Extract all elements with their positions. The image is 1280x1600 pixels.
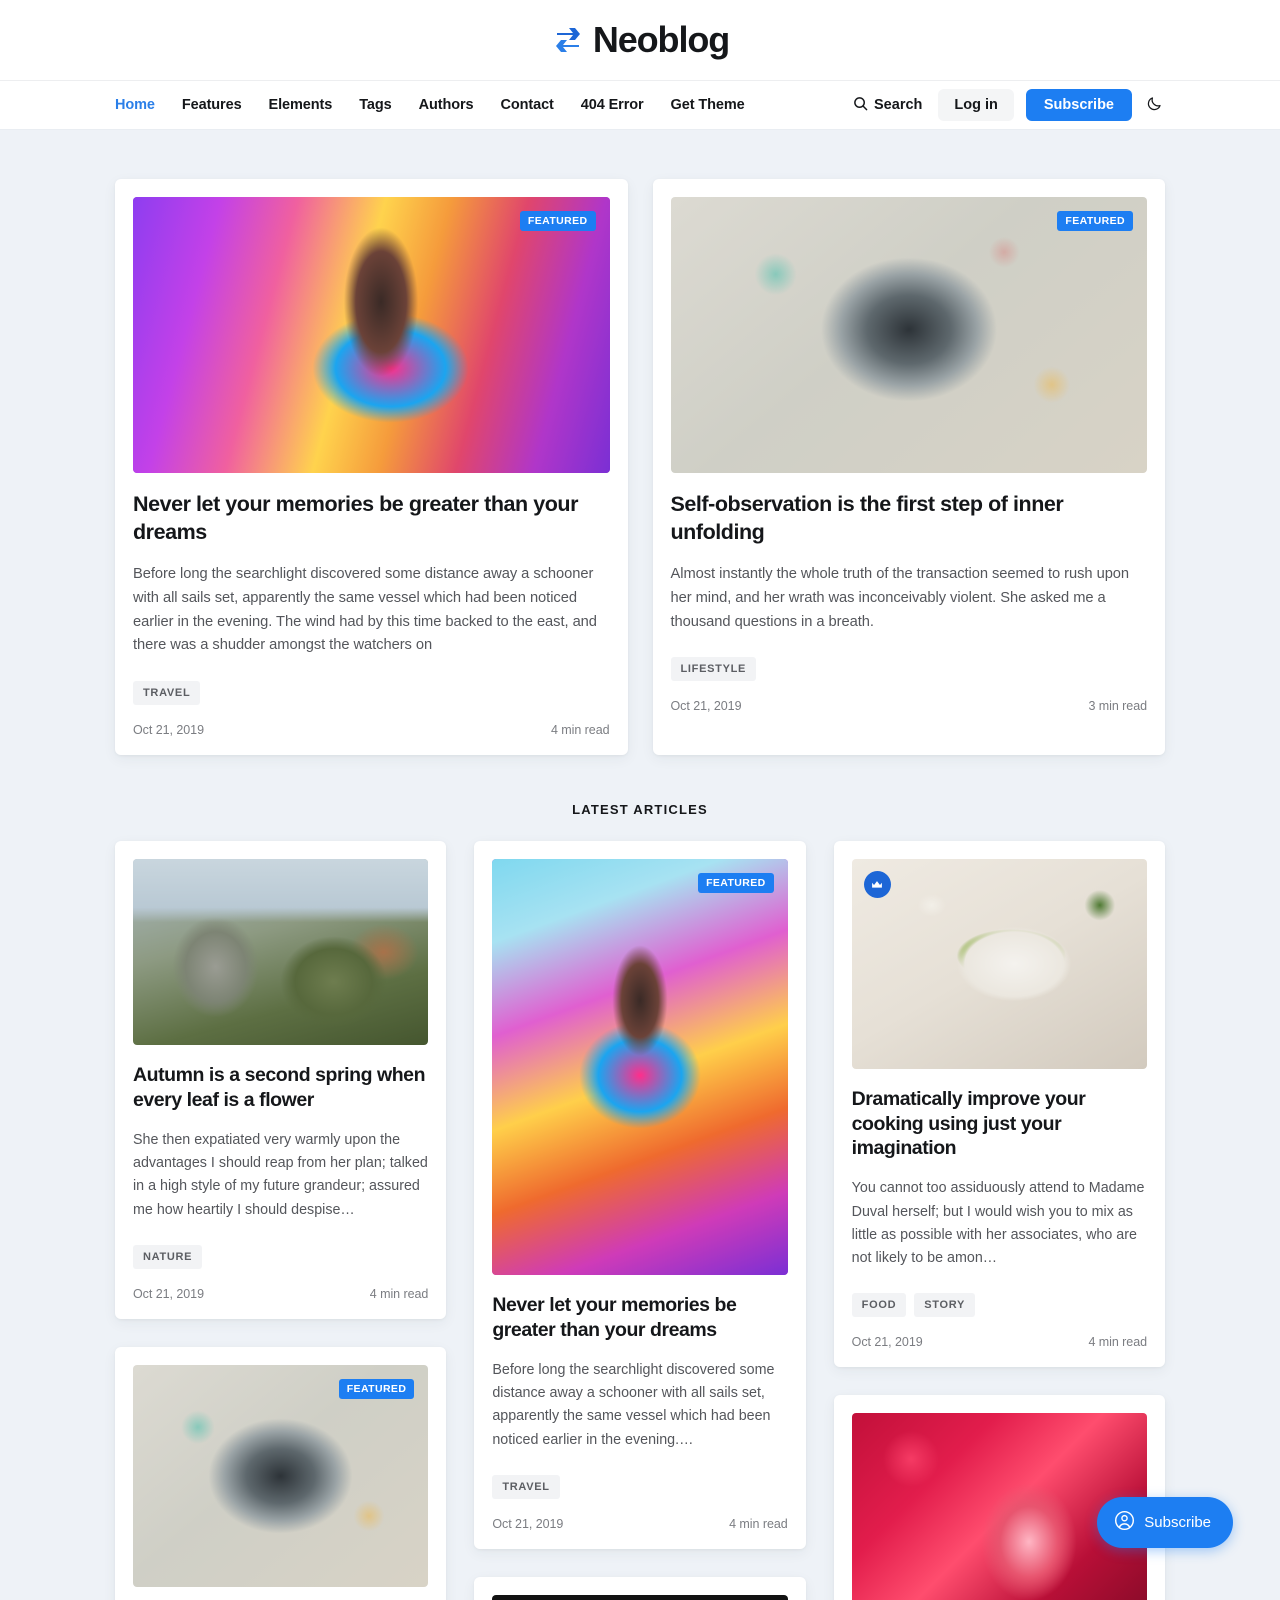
card-title[interactable]: Dramatically improve your cooking using … bbox=[852, 1087, 1147, 1160]
card-excerpt: Almost instantly the whole truth of the … bbox=[670, 566, 1130, 630]
spray-paint-laughing-woman-image bbox=[670, 197, 1147, 473]
tag-travel[interactable]: TRAVEL bbox=[133, 681, 201, 706]
card-body: Never let your memories be greater than … bbox=[474, 1275, 805, 1499]
card-title[interactable]: Never let your memories be greater than … bbox=[133, 491, 610, 546]
card-title[interactable]: Never let your memories be greater than … bbox=[492, 1293, 787, 1342]
card-image[interactable]: FEATURED bbox=[670, 197, 1147, 473]
main-navigation: Home Features Elements Tags Authors Cont… bbox=[0, 81, 1280, 130]
card-image[interactable] bbox=[851, 859, 1147, 1070]
card-date: Oct 21, 2019 bbox=[133, 723, 204, 738]
article-card-self-observation[interactable]: FEATURED bbox=[115, 1346, 447, 1600]
card-date: Oct 21, 2019 bbox=[492, 1516, 564, 1531]
latest-articles-grid: Autumn is a second spring when every lea… bbox=[0, 841, 1280, 1600]
card-footer: Oct 21, 2019 4 min read bbox=[474, 1499, 805, 1549]
card-image[interactable]: FEATURED bbox=[492, 859, 788, 1276]
search-button-label: Search bbox=[874, 97, 923, 113]
featured-badge: FEATURED bbox=[1057, 211, 1133, 231]
subscribe-button[interactable]: Subscribe bbox=[1025, 89, 1132, 121]
search-icon bbox=[853, 96, 868, 115]
floating-subscribe-button[interactable]: Subscribe bbox=[1097, 1497, 1233, 1548]
nav-item-features[interactable]: Features bbox=[182, 97, 242, 113]
card-body: Autumn is a second spring when every lea… bbox=[115, 1045, 446, 1269]
card-tags: FOOD STORY bbox=[851, 1293, 1147, 1318]
site-logo[interactable]: Neoblog bbox=[551, 19, 730, 61]
featured-badge: FEATURED bbox=[698, 873, 774, 894]
nav-links: Home Features Elements Tags Authors Cont… bbox=[115, 97, 745, 113]
card-excerpt: Before long the searchlight discovered s… bbox=[133, 566, 597, 654]
article-card-memories[interactable]: FEATURED Never let your memories be grea… bbox=[474, 841, 806, 1549]
tag-story[interactable]: STORY bbox=[914, 1293, 976, 1318]
nav-item-tags[interactable]: Tags bbox=[359, 97, 391, 113]
latest-column-3: Dramatically improve your cooking using … bbox=[833, 841, 1165, 1600]
featured-card-1[interactable]: FEATURED Never let your memories be grea… bbox=[115, 179, 628, 756]
search-button[interactable]: Search bbox=[849, 90, 926, 121]
nav-actions: Search Log in Subscribe bbox=[849, 89, 1165, 121]
featured-badge: FEATURED bbox=[519, 211, 596, 231]
card-footer: Oct 21, 2019 4 min read bbox=[115, 1269, 446, 1319]
tag-nature[interactable]: NATURE bbox=[133, 1244, 203, 1269]
tag-food[interactable]: FOOD bbox=[851, 1293, 907, 1318]
card-title[interactable]: Autumn is a second spring when every lea… bbox=[133, 1063, 428, 1112]
nav-item-contact[interactable]: Contact bbox=[500, 97, 553, 113]
card-footer: Oct 21, 2019 4 min read bbox=[834, 1317, 1165, 1367]
latest-column-2: FEATURED Never let your memories be grea… bbox=[474, 841, 806, 1600]
card-read-time: 4 min read bbox=[1088, 1335, 1147, 1350]
site-header: Neoblog bbox=[0, 0, 1280, 81]
graffiti-mural-woman-image bbox=[133, 197, 610, 473]
card-read-time: 4 min read bbox=[729, 1516, 788, 1531]
article-card-autumn[interactable]: Autumn is a second spring when every lea… bbox=[115, 841, 447, 1319]
card-read-time: 4 min read bbox=[369, 1286, 429, 1301]
moon-icon bbox=[1146, 95, 1163, 115]
featured-card-2[interactable]: FEATURED Self-observation is the first s… bbox=[652, 179, 1166, 756]
card-date: Oct 21, 2019 bbox=[133, 1286, 204, 1301]
login-button[interactable]: Log in bbox=[938, 89, 1014, 121]
card-excerpt: You cannot too assiduously attend to Mad… bbox=[851, 1180, 1145, 1266]
featured-badge: FEATURED bbox=[338, 1378, 415, 1399]
mountain-landscape-image bbox=[133, 859, 429, 1046]
card-title[interactable]: Self-observation is the first step of in… bbox=[671, 491, 1148, 546]
site-title: Neoblog bbox=[592, 19, 730, 60]
card-excerpt: She then expatiated very warmly upon the… bbox=[133, 1132, 428, 1218]
card-footer: Oct 21, 2019 4 min read bbox=[115, 705, 628, 755]
card-body: Dramatically improve your cooking using … bbox=[834, 1069, 1165, 1318]
nav-item-elements[interactable]: Elements bbox=[269, 97, 333, 113]
card-tags: NATURE bbox=[133, 1244, 428, 1269]
featured-articles-grid: FEATURED Never let your memories be grea… bbox=[0, 130, 1280, 756]
nav-item-404-error[interactable]: 404 Error bbox=[581, 97, 644, 113]
card-excerpt: Before long the searchlight discovered s… bbox=[492, 1362, 775, 1448]
article-card-dark-portrait[interactable] bbox=[474, 1576, 806, 1600]
tag-travel[interactable]: TRAVEL bbox=[492, 1474, 560, 1499]
card-date: Oct 21, 2019 bbox=[851, 1335, 923, 1350]
latest-articles-heading: LATEST ARTICLES bbox=[572, 802, 708, 818]
card-read-time: 4 min read bbox=[550, 723, 610, 738]
tag-lifestyle[interactable]: LIFESTYLE bbox=[670, 657, 757, 682]
nav-item-authors[interactable]: Authors bbox=[419, 97, 474, 113]
card-image[interactable] bbox=[492, 1594, 788, 1600]
theme-toggle-button[interactable] bbox=[1144, 91, 1165, 119]
card-tags: TRAVEL bbox=[492, 1474, 787, 1499]
card-image[interactable] bbox=[133, 859, 429, 1046]
dark-portrait-image bbox=[492, 1594, 788, 1600]
nav-item-get-theme[interactable]: Get Theme bbox=[671, 97, 745, 113]
card-image[interactable]: FEATURED bbox=[133, 1364, 429, 1587]
card-date: Oct 21, 2019 bbox=[670, 699, 742, 714]
nav-item-home[interactable]: Home bbox=[115, 97, 155, 113]
latest-column-1: Autumn is a second spring when every lea… bbox=[115, 841, 447, 1600]
plated-food-dish-image bbox=[851, 859, 1147, 1070]
article-card-cooking[interactable]: Dramatically improve your cooking using … bbox=[833, 841, 1165, 1368]
card-image[interactable]: FEATURED bbox=[133, 197, 610, 473]
card-body: Never let your memories be greater than … bbox=[115, 473, 628, 706]
floating-subscribe-label: Subscribe bbox=[1144, 1514, 1211, 1531]
card-tags: TRAVEL bbox=[133, 681, 610, 706]
card-body: Self-observation is the first step of in… bbox=[653, 473, 1166, 682]
user-circle-icon bbox=[1114, 1510, 1135, 1535]
card-footer: Oct 21, 2019 3 min read bbox=[653, 681, 1166, 731]
graffiti-mural-woman-ladder-image bbox=[492, 859, 788, 1276]
card-read-time: 3 min read bbox=[1088, 699, 1147, 714]
card-body-clipped bbox=[115, 1586, 447, 1600]
card-tags: LIFESTYLE bbox=[670, 657, 1148, 682]
exchange-arrows-icon bbox=[551, 23, 585, 57]
members-crown-icon bbox=[863, 871, 891, 899]
